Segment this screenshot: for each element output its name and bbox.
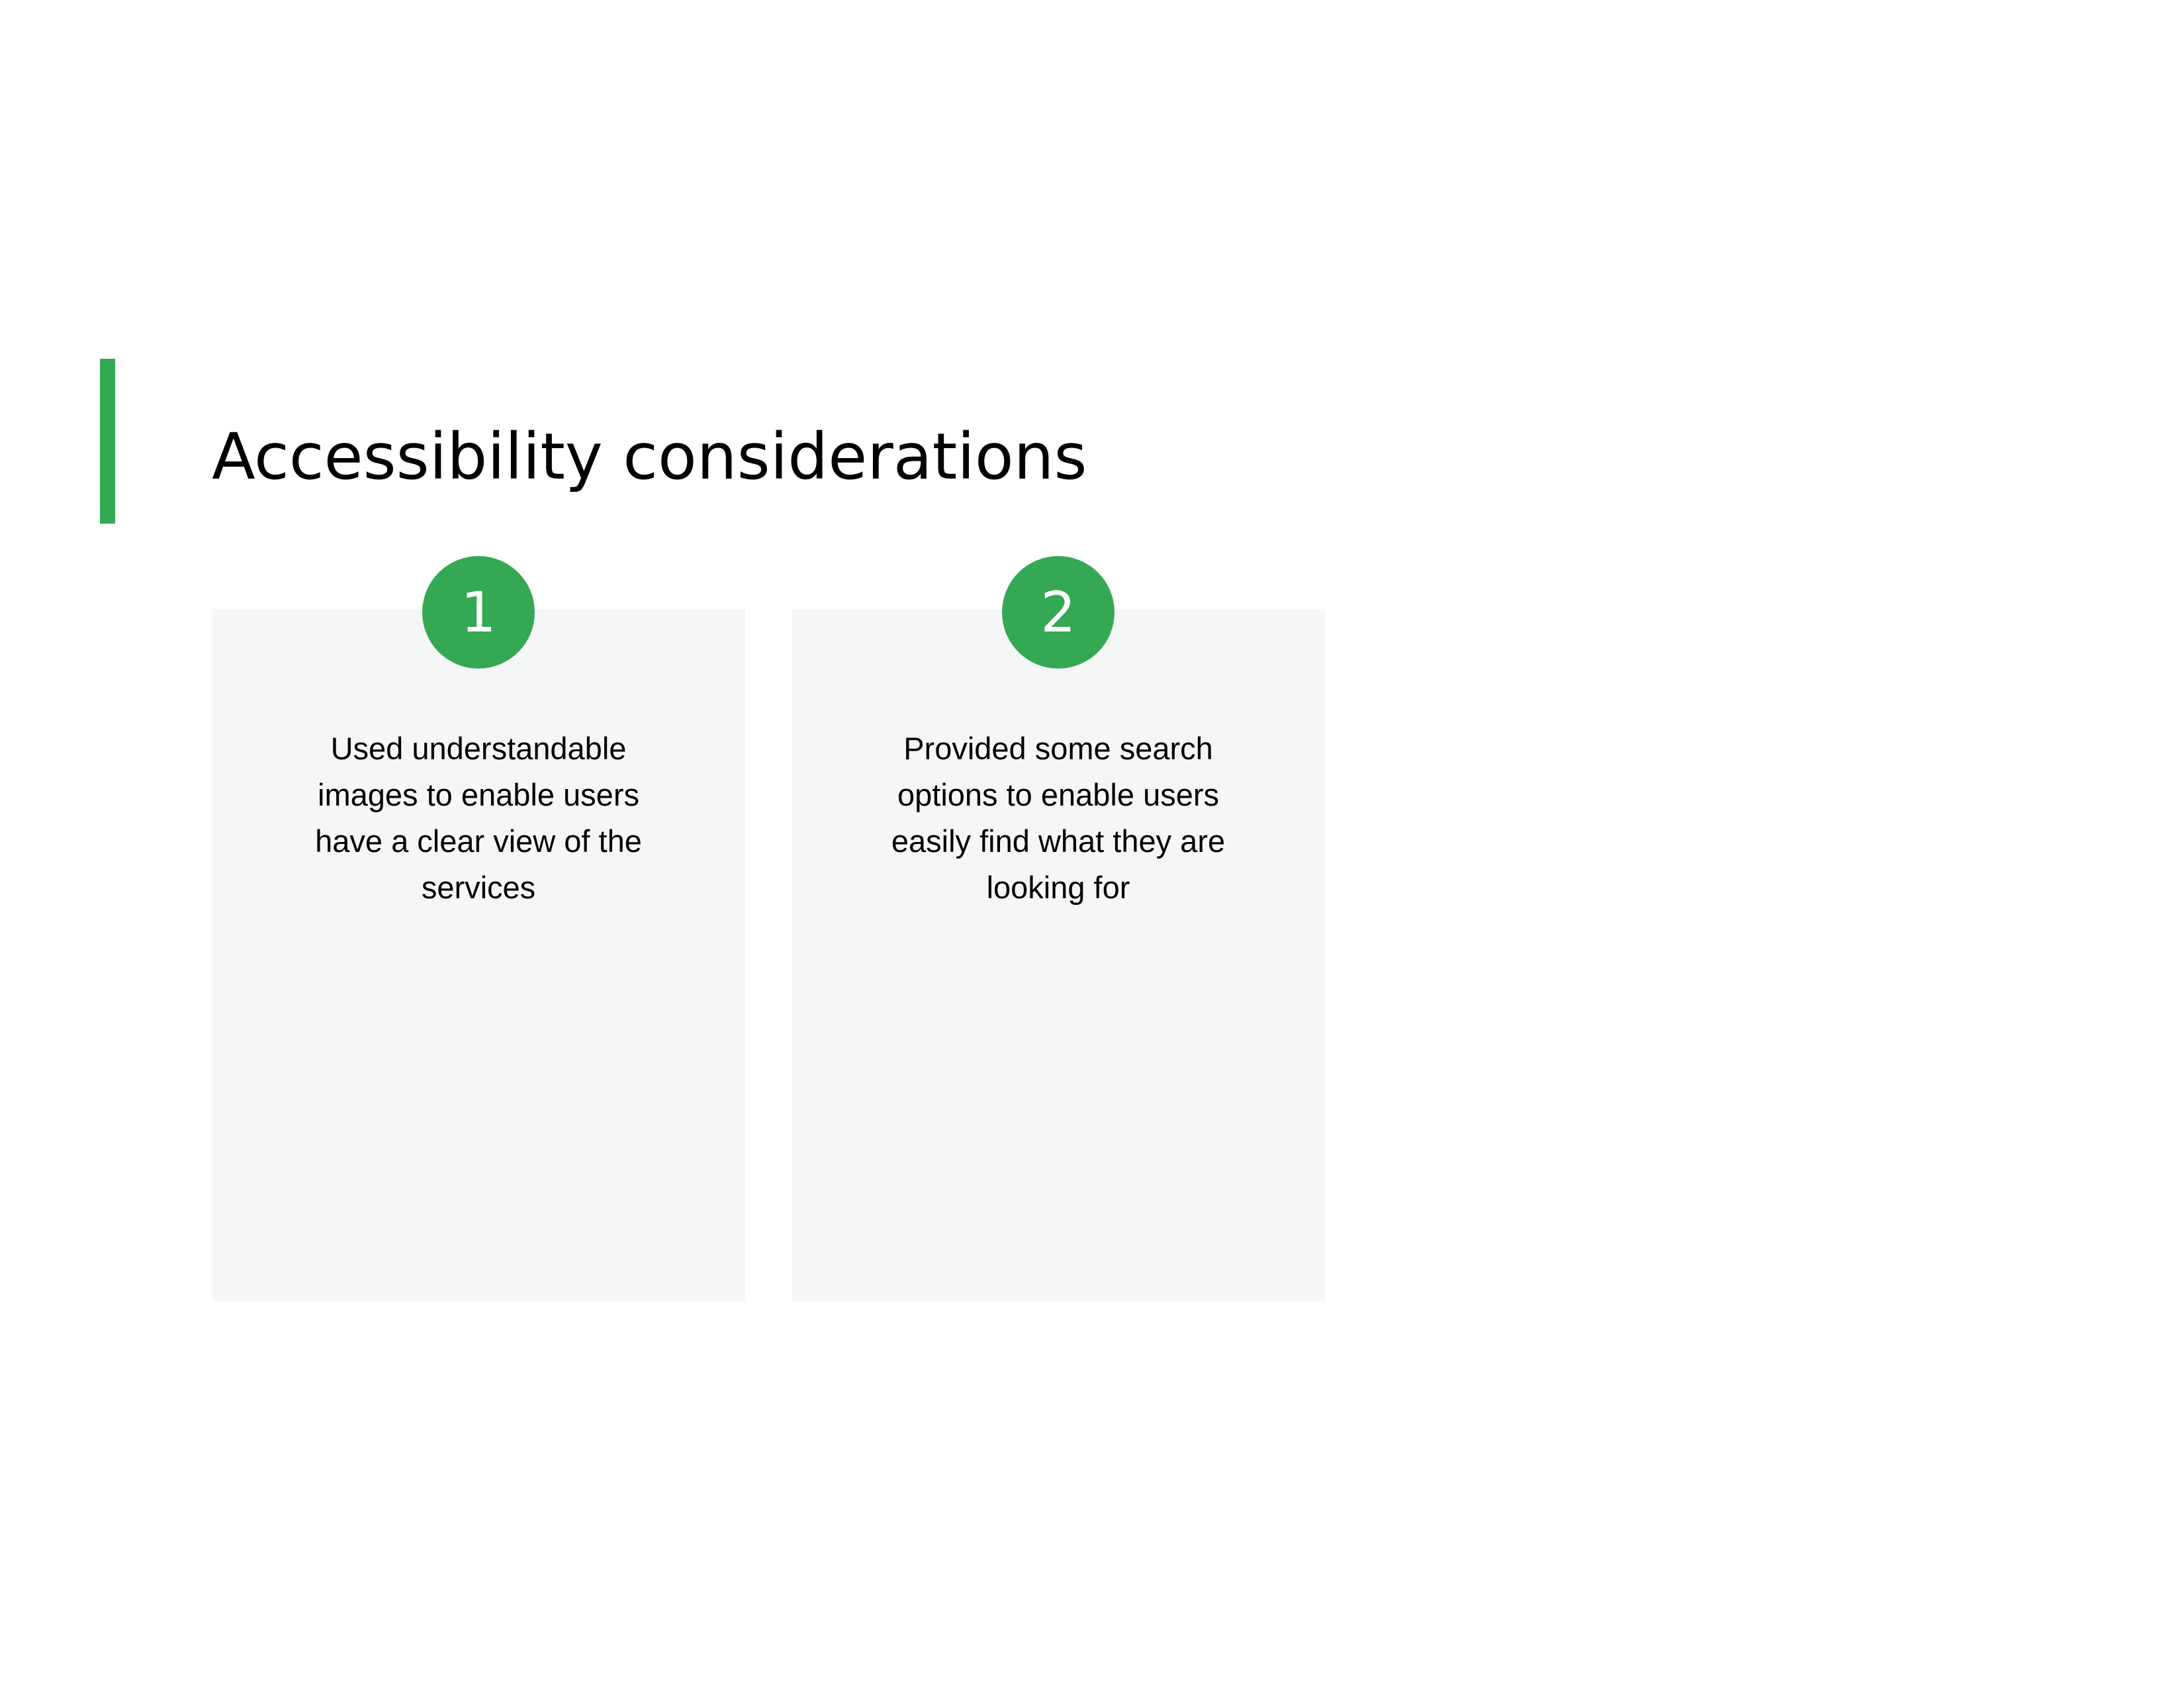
title-accent-bar — [100, 359, 115, 524]
consideration-card-1 — [212, 609, 745, 1301]
number-badge-1: 1 — [422, 556, 535, 669]
slide-title: Accessibility considerations — [212, 420, 1087, 494]
card-1-text: Used understandable images to enable use… — [315, 731, 642, 905]
number-badge-2: 2 — [1002, 556, 1115, 669]
card-2-text: Provided some search options to enable u… — [891, 731, 1226, 905]
consideration-card-2 — [792, 609, 1325, 1301]
